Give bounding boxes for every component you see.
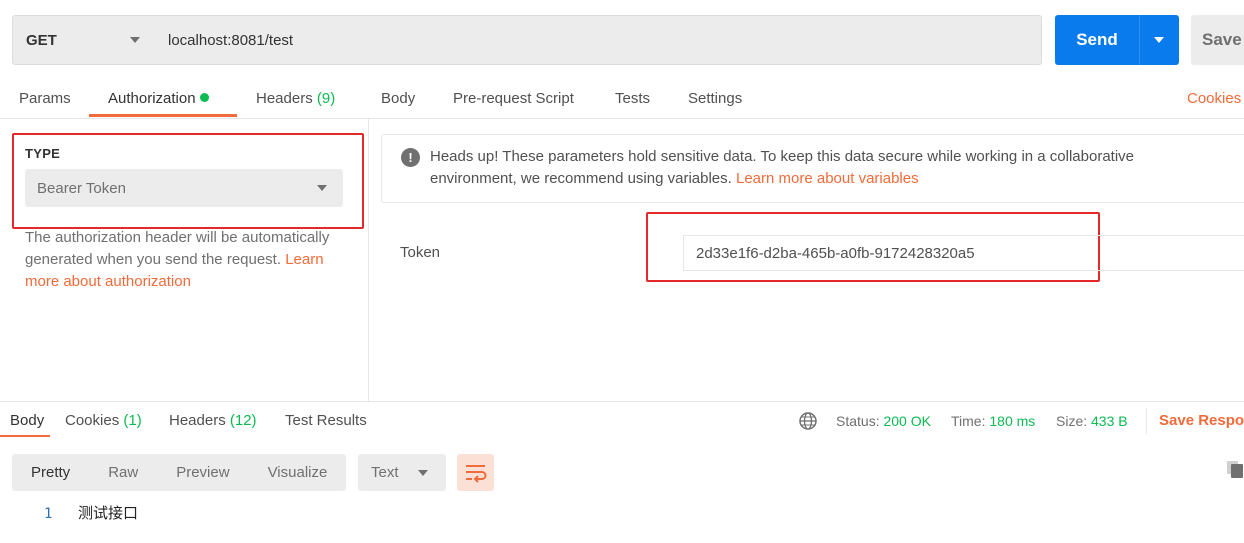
- tab-authorization[interactable]: Authorization: [108, 89, 209, 109]
- send-label: Send: [1076, 30, 1118, 49]
- response-tab-test-results[interactable]: Test Results: [285, 411, 367, 431]
- send-options-chevron-icon[interactable]: [1154, 37, 1164, 43]
- tab-params-label: Params: [19, 90, 71, 107]
- tab-headers-label: Headers: [256, 90, 313, 107]
- time-indicator: Time: 180 ms: [951, 411, 1035, 431]
- wrap-lines-icon: [466, 465, 487, 483]
- view-mode-group: Pretty Raw Preview Visualize: [12, 454, 346, 491]
- tab-settings-label: Settings: [688, 90, 743, 107]
- tab-body-label: Body: [381, 90, 416, 107]
- status-dot-icon: [199, 93, 209, 102]
- panel-divider: [368, 118, 369, 401]
- tab-settings[interactable]: Settings: [688, 89, 742, 109]
- method-value: GET: [26, 31, 57, 49]
- response-divider: [0, 401, 1244, 402]
- token-label: Token: [400, 244, 441, 261]
- view-pretty-button[interactable]: Pretty: [12, 454, 89, 491]
- tab-body[interactable]: Body: [381, 89, 415, 109]
- token-input[interactable]: 2d33e1f6-d2ba-465b-a0fb-9172428320a5: [683, 235, 1244, 271]
- response-tab-cookies[interactable]: Cookies (1): [65, 411, 142, 431]
- auth-description: The authorization header will be automat…: [25, 227, 345, 293]
- size-label: Size:: [1056, 413, 1088, 429]
- time-label: Time:: [951, 413, 986, 429]
- send-button[interactable]: Send: [1055, 15, 1179, 65]
- status-separator: [1146, 408, 1147, 434]
- tab-tests[interactable]: Tests: [615, 89, 650, 109]
- response-tab-cookies-count: (1): [123, 412, 142, 429]
- auth-type-value: Bearer Token: [37, 179, 126, 197]
- response-tab-test-results-label: Test Results: [285, 412, 367, 429]
- type-label: TYPE: [25, 146, 61, 161]
- format-select[interactable]: Text: [358, 454, 446, 491]
- learn-more-variables-link[interactable]: Learn more about variables: [736, 170, 919, 187]
- save-response-button[interactable]: Save Response: [1159, 411, 1244, 431]
- url-value: localhost:8081/test: [168, 31, 294, 49]
- status-label: Status:: [836, 413, 880, 429]
- status-value: 200 OK: [883, 413, 931, 429]
- view-preview-button[interactable]: Preview: [157, 454, 248, 491]
- status-indicator: Status: 200 OK: [836, 411, 931, 431]
- response-active-tab-indicator: [0, 435, 50, 437]
- response-tab-body[interactable]: Body: [10, 411, 44, 431]
- wrap-lines-button[interactable]: [457, 454, 494, 491]
- response-tab-body-label: Body: [10, 412, 45, 429]
- response-tab-cookies-label: Cookies: [65, 412, 120, 429]
- tab-tests-label: Tests: [615, 90, 651, 107]
- tab-headers-count: (9): [316, 90, 336, 107]
- view-visualize-button[interactable]: Visualize: [249, 454, 347, 491]
- tab-params[interactable]: Params: [19, 89, 71, 109]
- cookies-link[interactable]: Cookies: [1187, 89, 1241, 109]
- size-indicator: Size: 433 B: [1056, 411, 1128, 431]
- chevron-down-icon: [418, 470, 428, 476]
- active-tab-indicator: [89, 114, 237, 117]
- save-button[interactable]: Save: [1191, 15, 1244, 65]
- token-value: 2d33e1f6-d2ba-465b-a0fb-9172428320a5: [696, 244, 975, 262]
- copy-icon[interactable]: [1226, 460, 1244, 480]
- response-tab-headers-count: (12): [229, 412, 257, 429]
- response-tab-headers[interactable]: Headers (12): [169, 411, 257, 431]
- size-value: 433 B: [1091, 413, 1128, 429]
- tab-pre-request-script[interactable]: Pre-request Script: [453, 89, 574, 109]
- tab-authorization-label: Authorization: [108, 90, 196, 107]
- save-label: Save: [1202, 30, 1242, 49]
- url-input[interactable]: localhost:8081/test: [155, 15, 1042, 65]
- format-value: Text: [371, 464, 399, 481]
- view-raw-button[interactable]: Raw: [89, 454, 157, 491]
- send-divider: [1139, 15, 1140, 65]
- alert-icon: !: [401, 148, 420, 167]
- chevron-down-icon: [130, 37, 140, 43]
- tab-pre-request-label: Pre-request Script: [453, 90, 574, 107]
- auth-description-text: The authorization header will be automat…: [25, 229, 330, 268]
- time-value: 180 ms: [989, 413, 1036, 429]
- tabs-divider: [0, 118, 1244, 119]
- tab-headers[interactable]: Headers (9): [256, 89, 335, 109]
- method-select[interactable]: GET: [12, 15, 156, 65]
- chevron-down-icon: [317, 185, 327, 191]
- response-body-line: 测试接口: [78, 505, 139, 522]
- notice-text: Heads up! These parameters hold sensitiv…: [430, 146, 1220, 190]
- response-tab-headers-label: Headers: [169, 412, 226, 429]
- line-number: 1: [44, 506, 53, 522]
- globe-icon[interactable]: [798, 411, 818, 431]
- auth-type-select[interactable]: Bearer Token: [25, 169, 343, 207]
